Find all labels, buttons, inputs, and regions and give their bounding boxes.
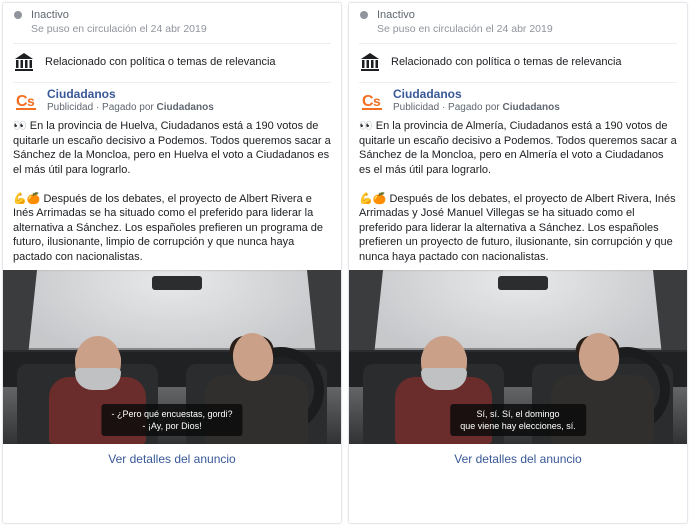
ad-media-video[interactable]: Sí, sí. Sí, el domingo que viene hay ele…: [349, 270, 687, 444]
page-name-link[interactable]: Ciudadanos: [47, 87, 214, 101]
ad-card: Inactivo Se puso en circulación el 24 ab…: [2, 2, 342, 524]
inactive-dot-icon: [13, 10, 23, 20]
politics-topic-icon: [13, 52, 35, 72]
author-meta: Ciudadanos Publicidad · Pagado por Ciuda…: [47, 87, 214, 113]
paid-by: Ciudadanos: [157, 102, 214, 113]
author-row: C s Ciudadanos Publicidad · Pagado por C…: [349, 83, 687, 117]
ad-media-video[interactable]: - ¿Pero qué encuestas, gordi? - ¡Ay, por…: [3, 270, 341, 444]
inactive-dot-icon: [359, 10, 369, 20]
circulation-date: Se puso en circulación el 24 abr 2019: [377, 23, 677, 35]
page-name-link[interactable]: Ciudadanos: [393, 87, 560, 101]
author-row: C s Ciudadanos Publicidad · Pagado por C…: [3, 83, 341, 117]
video-caption: Sí, sí. Sí, el domingo que viene hay ele…: [450, 404, 586, 436]
circulation-date: Se puso en circulación el 24 abr 2019: [31, 23, 331, 35]
related-row: Relacionado con política o temas de rele…: [3, 44, 341, 78]
paid-prefix: Pagado por: [448, 102, 500, 113]
svg-text:s: s: [27, 93, 35, 109]
related-topic-label: Relacionado con política o temas de rele…: [45, 56, 276, 68]
author-meta: Ciudadanos Publicidad · Pagado por Ciuda…: [393, 87, 560, 113]
related-row: Relacionado con política o temas de rele…: [349, 44, 687, 78]
see-ad-details-link[interactable]: Ver detalles del anuncio: [349, 444, 687, 474]
paid-prefix: Pagado por: [102, 102, 154, 113]
svg-text:s: s: [373, 93, 381, 109]
status-label: Inactivo: [31, 9, 69, 21]
ad-card: Inactivo Se puso en circulación el 24 ab…: [348, 2, 688, 524]
status-section: Inactivo Se puso en circulación el 24 ab…: [349, 3, 687, 39]
ad-tag: Publicidad: [393, 102, 439, 113]
page-logo[interactable]: C s: [13, 87, 39, 113]
ad-body-text: 👀 En la provincia de Huelva, Ciudadanos …: [3, 117, 341, 270]
see-ad-details-link[interactable]: Ver detalles del anuncio: [3, 444, 341, 474]
video-caption: - ¿Pero qué encuestas, gordi? - ¡Ay, por…: [101, 404, 242, 436]
ad-tag: Publicidad: [47, 102, 93, 113]
status-line: Inactivo: [359, 9, 677, 21]
ad-body-text: 👀 En la provincia de Almería, Ciudadanos…: [349, 117, 687, 270]
status-line: Inactivo: [13, 9, 331, 21]
status-section: Inactivo Se puso en circulación el 24 ab…: [3, 3, 341, 39]
politics-topic-icon: [359, 52, 381, 72]
related-topic-label: Relacionado con política o temas de rele…: [391, 56, 622, 68]
status-label: Inactivo: [377, 9, 415, 21]
paid-line: Publicidad · Pagado por Ciudadanos: [47, 102, 214, 113]
paid-line: Publicidad · Pagado por Ciudadanos: [393, 102, 560, 113]
page-logo[interactable]: C s: [359, 87, 385, 113]
paid-by: Ciudadanos: [503, 102, 560, 113]
